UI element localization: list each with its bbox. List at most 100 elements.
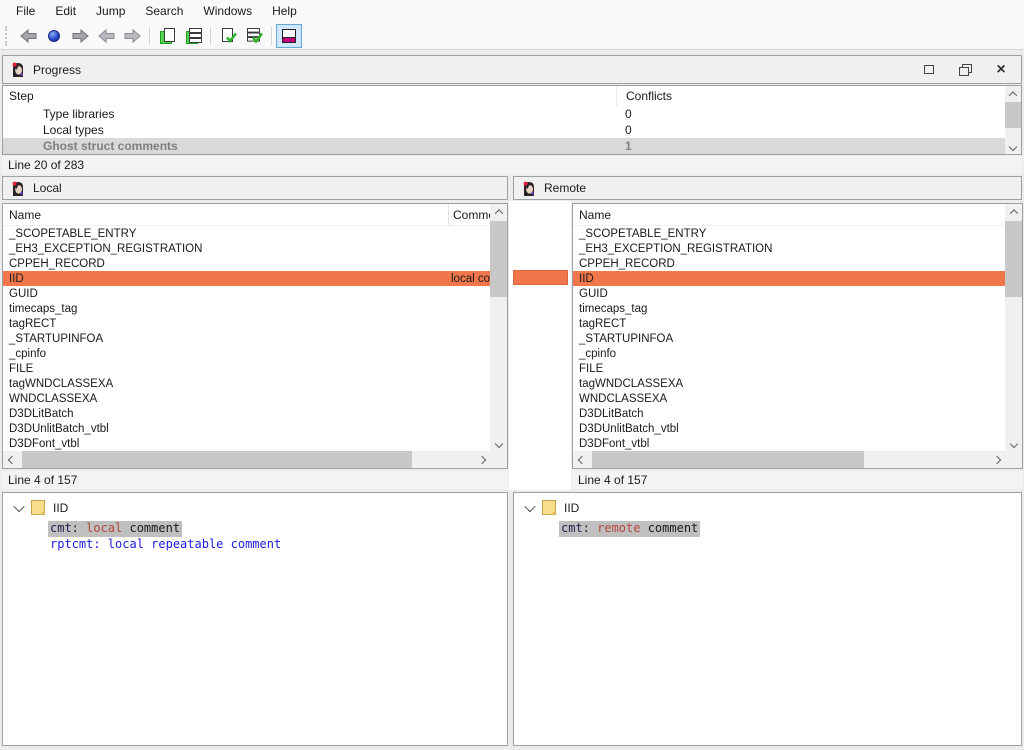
local-titlebar[interactable]: Local — [2, 176, 508, 200]
scroll-thumb[interactable] — [22, 451, 412, 468]
scroll-up-button[interactable] — [1005, 86, 1021, 101]
steps-vertical-scrollbar[interactable] — [1005, 86, 1021, 154]
close-button[interactable]: × — [994, 63, 1008, 77]
list-item[interactable]: tagWNDCLASSEXA — [3, 376, 490, 391]
list-item[interactable]: FILE — [573, 361, 1005, 376]
list-item[interactable]: D3DLitBatch — [573, 406, 1005, 421]
scroll-down-button[interactable] — [490, 436, 507, 451]
accept-database-button[interactable] — [241, 24, 267, 48]
step-row[interactable]: Local types0 — [3, 122, 1005, 138]
step-label: Local types — [3, 123, 616, 137]
list-item[interactable]: IID — [573, 271, 1005, 286]
list-item[interactable]: tagRECT — [3, 316, 490, 331]
list-item[interactable]: _EH3_EXCEPTION_REGISTRATION — [573, 241, 1005, 256]
use-local-database-button[interactable] — [180, 24, 206, 48]
column-header-name[interactable]: Name — [3, 208, 448, 222]
menu-item-windows[interactable]: Windows — [193, 0, 262, 22]
list-item[interactable]: _cpinfo — [573, 346, 1005, 361]
diff-marker-strip — [509, 201, 571, 490]
list-item[interactable]: IIDlocal comment — [3, 271, 490, 286]
accept-file-button[interactable] — [215, 24, 241, 48]
scroll-left-button[interactable] — [573, 451, 590, 468]
remote-titlebar[interactable]: Remote — [513, 176, 1022, 200]
prev-conflict-button[interactable] — [93, 24, 119, 48]
chevron-down-icon[interactable] — [524, 500, 535, 511]
nav-back-button[interactable] — [15, 24, 41, 48]
column-header-conflicts[interactable]: Conflicts — [616, 86, 1005, 106]
remote-vertical-scrollbar[interactable] — [1005, 204, 1022, 451]
type-name: FILE — [573, 363, 1005, 375]
menu-item-help[interactable]: Help — [262, 0, 307, 22]
toolbar-grip[interactable] — [5, 26, 10, 46]
remote-horizontal-scrollbar[interactable] — [573, 451, 1005, 468]
list-item[interactable]: D3DUnlitBatch_vtbl — [573, 421, 1005, 436]
local-vertical-scrollbar[interactable] — [490, 204, 507, 451]
chevron-right-icon — [477, 455, 485, 463]
chevron-down-icon[interactable] — [13, 500, 24, 511]
list-item[interactable]: WNDCLASSEXA — [3, 391, 490, 406]
list-item[interactable]: GUID — [3, 286, 490, 301]
next-conflict-button[interactable] — [119, 24, 145, 48]
local-tree-node[interactable]: IID — [3, 493, 507, 518]
list-item[interactable]: GUID — [573, 286, 1005, 301]
scroll-thumb[interactable] — [1005, 221, 1022, 297]
local-title: Local — [33, 181, 62, 195]
menu-item-search[interactable]: Search — [135, 0, 193, 22]
scroll-thumb[interactable] — [490, 221, 507, 297]
comment-line[interactable]: rptcmt: local repeatable comment — [48, 537, 283, 553]
comment-line[interactable]: cmt: remote comment — [559, 521, 700, 537]
list-item[interactable]: _SCOPETABLE_ENTRY — [573, 226, 1005, 241]
scroll-thumb[interactable] — [1005, 102, 1021, 128]
list-item[interactable]: tagRECT — [573, 316, 1005, 331]
comment-line[interactable]: cmt: local comment — [48, 521, 182, 537]
remote-tree-node[interactable]: IID — [514, 493, 1021, 518]
scroll-up-button[interactable] — [1005, 204, 1022, 219]
list-item[interactable]: FILE — [3, 361, 490, 376]
list-item[interactable]: D3DUnlitBatch_vtbl — [3, 421, 490, 436]
column-header-comment[interactable]: Comment — [449, 208, 490, 222]
step-row[interactable]: Type libraries0 — [3, 106, 1005, 122]
scroll-left-button[interactable] — [3, 451, 20, 468]
local-node-label: IID — [53, 501, 68, 515]
nav-origin-button[interactable] — [41, 24, 67, 48]
scroll-up-button[interactable] — [490, 204, 507, 219]
nav-forward-button[interactable] — [67, 24, 93, 48]
progress-titlebar[interactable]: Progress × — [2, 55, 1022, 84]
use-local-file-button[interactable] — [154, 24, 180, 48]
list-item[interactable]: _SCOPETABLE_ENTRY — [3, 226, 490, 241]
list-item[interactable]: _cpinfo — [3, 346, 490, 361]
split-view-icon — [281, 28, 298, 44]
list-item[interactable]: D3DFont_vtbl — [573, 436, 1005, 451]
step-row[interactable]: Ghost struct comments1 — [3, 138, 1005, 154]
split-view-toggle-button[interactable] — [276, 24, 302, 48]
menu-item-edit[interactable]: Edit — [45, 0, 86, 22]
scroll-down-button[interactable] — [1005, 436, 1022, 451]
type-name: _STARTUPINFOA — [3, 333, 449, 345]
list-item[interactable]: _EH3_EXCEPTION_REGISTRATION — [3, 241, 490, 256]
conflict-marker[interactable] — [513, 270, 568, 285]
list-item[interactable]: timecaps_tag — [3, 301, 490, 316]
restore-button[interactable] — [958, 63, 972, 77]
list-item[interactable]: _STARTUPINFOA — [3, 331, 490, 346]
scroll-right-button[interactable] — [473, 451, 490, 468]
list-item[interactable]: _STARTUPINFOA — [573, 331, 1005, 346]
scroll-down-button[interactable] — [1005, 139, 1021, 154]
list-item[interactable]: CPPEH_RECORD — [3, 256, 490, 271]
type-name: _SCOPETABLE_ENTRY — [573, 228, 1005, 240]
list-item[interactable]: timecaps_tag — [573, 301, 1005, 316]
remote-list-content: Name _SCOPETABLE_ENTRY_EH3_EXCEPTION_REG… — [573, 204, 1005, 451]
type-name: D3DUnlitBatch_vtbl — [3, 423, 449, 435]
list-item[interactable]: CPPEH_RECORD — [573, 256, 1005, 271]
list-item[interactable]: WNDCLASSEXA — [573, 391, 1005, 406]
list-item[interactable]: D3DLitBatch — [3, 406, 490, 421]
menu-item-jump[interactable]: Jump — [86, 0, 135, 22]
maximize-button[interactable] — [922, 63, 936, 77]
menu-item-file[interactable]: File — [6, 0, 45, 22]
local-horizontal-scrollbar[interactable] — [3, 451, 490, 468]
column-header-name[interactable]: Name — [573, 208, 1005, 222]
list-item[interactable]: tagWNDCLASSEXA — [573, 376, 1005, 391]
scroll-thumb[interactable] — [592, 451, 864, 468]
list-item[interactable]: D3DFont_vtbl — [3, 436, 490, 451]
scroll-right-button[interactable] — [988, 451, 1005, 468]
column-header-step[interactable]: Step — [3, 89, 616, 103]
